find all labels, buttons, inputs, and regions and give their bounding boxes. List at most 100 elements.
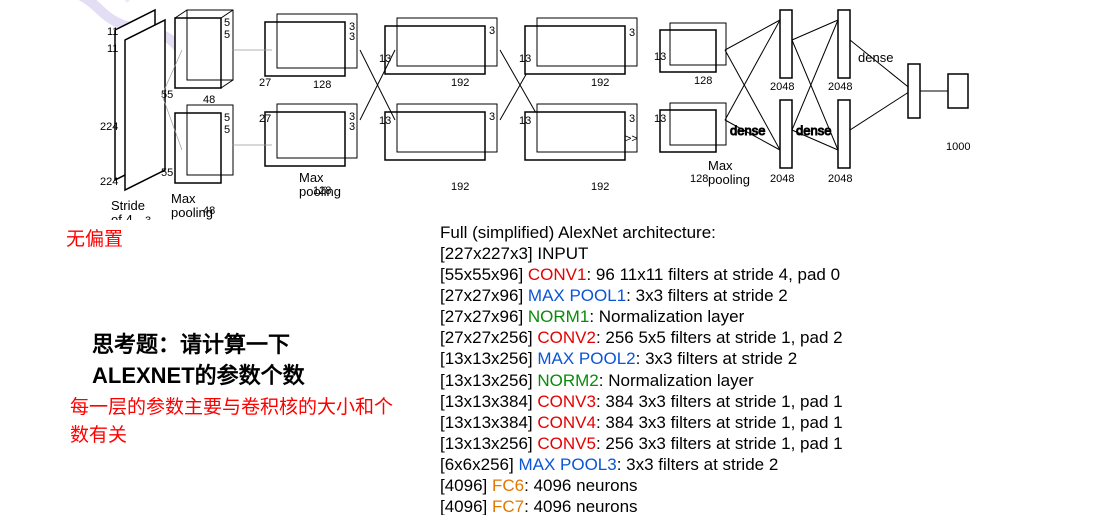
arch-desc: : 96 11x11 filters at stride 4, pad 0 <box>586 265 840 284</box>
svg-text:3: 3 <box>145 215 151 220</box>
svg-text:13: 13 <box>519 53 531 65</box>
question-line2: ALEXNET的参数个数 <box>92 361 305 392</box>
arch-shape: [13x13x256] <box>440 434 537 453</box>
arch-row: [27x27x96] MAX POOL1: 3x3 filters at str… <box>440 285 843 306</box>
arch-row: [13x13x256] CONV5: 256 3x3 filters at st… <box>440 433 843 454</box>
arch-shape: [27x27x256] <box>440 328 537 347</box>
svg-text:128: 128 <box>313 79 331 91</box>
arch-row: [13x13x256] NORM2: Normalization layer <box>440 370 843 391</box>
arch-layer-name: NORM1 <box>528 307 589 326</box>
svg-text:27: 27 <box>259 77 271 89</box>
arch-desc: : 3x3 filters at stride 2 <box>636 349 798 368</box>
svg-text:192: 192 <box>591 181 609 193</box>
svg-text:5: 5 <box>224 112 230 124</box>
svg-text:13: 13 <box>379 53 391 65</box>
svg-text:pooling: pooling <box>708 172 750 187</box>
svg-text:48: 48 <box>203 94 215 106</box>
svg-text:3: 3 <box>629 27 635 39</box>
svg-text:pooling: pooling <box>171 205 213 220</box>
svg-text:>>: >> <box>625 133 638 145</box>
arch-layer-name: CONV5 <box>537 434 596 453</box>
svg-text:2048: 2048 <box>770 81 794 93</box>
arch-layer-name: FC7 <box>492 497 524 515</box>
arch-desc: : Normalization layer <box>599 371 754 390</box>
svg-text:3: 3 <box>629 113 635 125</box>
svg-text:224: 224 <box>100 121 118 133</box>
svg-text:1000: 1000 <box>946 141 970 153</box>
arch-row: [4096] FC6: 4096 neurons <box>440 475 843 496</box>
arch-shape: [4096] <box>440 497 492 515</box>
arch-desc: : 4096 neurons <box>524 476 637 495</box>
arch-row: [227x227x3] INPUT <box>440 243 843 264</box>
arch-layer-name: CONV1 <box>528 265 587 284</box>
arch-shape: [27x27x96] <box>440 307 528 326</box>
arch-layer-name: MAX POOL2 <box>537 349 635 368</box>
question-line1: 思考题：请计算一下 <box>92 330 305 361</box>
arch-desc: : 4096 neurons <box>524 497 637 515</box>
svg-text:128: 128 <box>694 75 712 87</box>
arch-desc: : 3x3 filters at stride 2 <box>626 286 788 305</box>
svg-text:Max: Max <box>708 158 733 173</box>
svg-text:2048: 2048 <box>770 173 794 185</box>
arch-title: Full (simplified) AlexNet architecture: <box>440 222 843 243</box>
arch-shape: [13x13x256] <box>440 349 537 368</box>
svg-text:13: 13 <box>519 115 531 127</box>
svg-text:3: 3 <box>349 121 355 133</box>
arch-layer-name: INPUT <box>537 244 588 263</box>
arch-desc: : Normalization layer <box>589 307 744 326</box>
arch-row: [4096] FC7: 4096 neurons <box>440 496 843 515</box>
svg-text:Max: Max <box>299 170 324 185</box>
svg-text:5: 5 <box>224 17 230 29</box>
svg-text:dense: dense <box>796 123 831 138</box>
arch-desc: : 256 3x3 filters at stride 1, pad 1 <box>596 434 843 453</box>
arch-desc: : 384 3x3 filters at stride 1, pad 1 <box>596 413 843 432</box>
slide-root: .ln{stroke:#000;stroke-width:1.5;fill:#f… <box>0 0 1099 515</box>
svg-text:Stride: Stride <box>111 198 145 213</box>
svg-text:5: 5 <box>224 124 230 136</box>
question-block: 思考题：请计算一下 ALEXNET的参数个数 <box>92 330 305 392</box>
svg-text:3: 3 <box>489 111 495 123</box>
arch-desc: : 3x3 filters at stride 2 <box>617 455 779 474</box>
architecture-list: Full (simplified) AlexNet architecture: … <box>440 222 843 515</box>
svg-text:dense: dense <box>858 50 893 65</box>
svg-text:of 4: of 4 <box>111 212 133 220</box>
svg-text:192: 192 <box>591 77 609 89</box>
arch-shape: [27x27x96] <box>440 286 528 305</box>
svg-text:13: 13 <box>379 115 391 127</box>
arch-shape: [4096] <box>440 476 492 495</box>
svg-text:3: 3 <box>489 25 495 37</box>
explain-note: 每一层的参数主要与卷积核的大小和个数有关 <box>70 394 400 449</box>
arch-layer-name: NORM2 <box>537 371 598 390</box>
arch-layer-name: CONV3 <box>537 392 596 411</box>
svg-text:5: 5 <box>224 29 230 41</box>
note-no-bias: 无偏置 <box>66 224 123 251</box>
svg-text:192: 192 <box>451 181 469 193</box>
svg-text:dense: dense <box>730 123 765 138</box>
arch-layer-name: CONV2 <box>537 328 596 347</box>
svg-text:13: 13 <box>654 51 666 63</box>
arch-row: [27x27x256] CONV2: 256 5x5 filters at st… <box>440 327 843 348</box>
svg-text:11: 11 <box>107 26 118 38</box>
arch-shape: [13x13x384] <box>440 392 537 411</box>
svg-text:Max: Max <box>171 191 196 206</box>
arch-row: [13x13x256] MAX POOL2: 3x3 filters at st… <box>440 348 843 369</box>
svg-text:3: 3 <box>349 31 355 43</box>
alexnet-diagram: .ln{stroke:#000;stroke-width:1.5;fill:#f… <box>0 0 1099 220</box>
arch-layer-name: MAX POOL1 <box>528 286 626 305</box>
svg-text:2048: 2048 <box>828 173 852 185</box>
arch-shape: [227x227x3] <box>440 244 537 263</box>
arch-row: [13x13x384] CONV4: 384 3x3 filters at st… <box>440 412 843 433</box>
arch-shape: [6x6x256] <box>440 455 518 474</box>
arch-row: [27x27x96] NORM1: Normalization layer <box>440 306 843 327</box>
svg-text:11: 11 <box>107 43 118 55</box>
arch-layer-name: CONV4 <box>537 413 596 432</box>
arch-row: [13x13x384] CONV3: 384 3x3 filters at st… <box>440 391 843 412</box>
svg-text:55: 55 <box>161 89 173 101</box>
svg-text:2048: 2048 <box>828 81 852 93</box>
arch-shape: [13x13x384] <box>440 413 537 432</box>
svg-text:13: 13 <box>654 113 666 125</box>
svg-text:224: 224 <box>100 176 118 188</box>
arch-shape: [13x13x256] <box>440 371 537 390</box>
svg-text:27: 27 <box>259 113 271 125</box>
svg-text:pooling: pooling <box>299 184 341 199</box>
